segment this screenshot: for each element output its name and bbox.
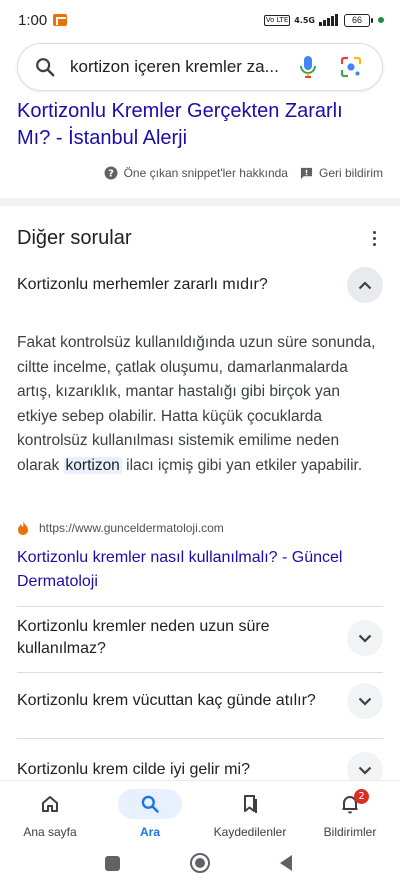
chevron-down-icon bbox=[358, 634, 372, 643]
bottom-nav: Ana sayfa Ara Kaydedilenler 2 Bildirimle… bbox=[0, 780, 400, 844]
recents-icon[interactable] bbox=[105, 856, 120, 871]
signal-icon bbox=[319, 14, 338, 26]
paa-question-1[interactable]: Kortizonlu kremler neden uzun süre kulla… bbox=[17, 616, 383, 660]
divider bbox=[17, 606, 383, 607]
divider bbox=[17, 672, 383, 673]
nav-search[interactable]: Ara bbox=[100, 781, 200, 844]
status-bar: 1:00 Vo LTE 4.5G 66 bbox=[0, 0, 400, 40]
privacy-dot-icon bbox=[378, 17, 384, 23]
about-snippets-label: Öne çıkan snippet'ler hakkında bbox=[123, 166, 288, 180]
snippet-meta: ? Öne çıkan snippet'ler hakkında Geri bi… bbox=[104, 166, 383, 180]
feedback-label: Geri bildirim bbox=[318, 166, 383, 180]
paa-question-text: Kortizonlu krem cilde iyi gelir mi? bbox=[17, 761, 250, 778]
more-vert-icon[interactable] bbox=[364, 228, 384, 248]
flame-favicon-icon bbox=[18, 521, 28, 535]
paa-question-expanded[interactable]: Kortizonlu merhemler zararlı mıdır? bbox=[17, 267, 383, 303]
nav-saved-label: Kaydedilenler bbox=[213, 825, 287, 839]
nav-notifications-label: Bildirimler bbox=[323, 825, 377, 839]
about-snippets-link[interactable]: ? Öne çıkan snippet'ler hakkında bbox=[104, 166, 288, 180]
status-time: 1:00 bbox=[18, 11, 48, 29]
answer-source: https://www.gunceldermatoloji.com bbox=[17, 521, 224, 535]
volte-indicator: Vo LTE bbox=[263, 14, 291, 26]
nav-saved[interactable]: Kaydedilenler bbox=[200, 781, 300, 844]
search-icon[interactable] bbox=[34, 56, 56, 78]
nav-home-label: Ana sayfa bbox=[23, 825, 77, 839]
paa-title: Diğer sorular bbox=[17, 227, 132, 249]
bookmark-icon bbox=[244, 795, 257, 813]
paa-question-text: Kortizonlu krem vücuttan kaç günde atılı… bbox=[17, 692, 316, 709]
nav-notifications[interactable]: 2 Bildirimler bbox=[300, 781, 400, 844]
svg-text:?: ? bbox=[108, 169, 114, 180]
feedback-link[interactable]: Geri bildirim bbox=[300, 166, 383, 180]
search-bar[interactable]: kortizon içeren kremler za... bbox=[17, 43, 383, 91]
mic-icon[interactable] bbox=[298, 55, 318, 79]
notification-badge: 2 bbox=[354, 789, 369, 804]
collapse-button[interactable] bbox=[347, 267, 383, 303]
search-icon bbox=[141, 795, 159, 813]
help-circle-icon: ? bbox=[104, 166, 118, 180]
paa-answer: Fakat kontrolsüz kullanıldığında uzun sü… bbox=[17, 331, 383, 479]
nav-home[interactable]: Ana sayfa bbox=[0, 781, 100, 844]
status-indicators: Vo LTE 4.5G 66 bbox=[263, 13, 384, 27]
lens-icon[interactable] bbox=[340, 56, 362, 78]
answer-text: Fakat kontrolsüz kullanıldığında uzun sü… bbox=[17, 334, 376, 474]
battery-icon: 66 bbox=[344, 13, 373, 27]
chevron-down-icon bbox=[358, 766, 372, 775]
search-input[interactable]: kortizon içeren kremler za... bbox=[70, 57, 278, 77]
snippet-source-link[interactable]: Kortizonlu Kremler Gerçekten Zararlı Mı?… bbox=[17, 98, 377, 152]
chevron-up-icon bbox=[358, 280, 372, 289]
expand-button[interactable] bbox=[347, 620, 383, 656]
system-nav-bar bbox=[0, 844, 400, 888]
section-divider bbox=[0, 198, 400, 206]
back-icon[interactable] bbox=[280, 855, 292, 871]
notification-app-icon bbox=[53, 14, 68, 26]
feedback-icon bbox=[300, 167, 313, 179]
source-url: https://www.gunceldermatoloji.com bbox=[39, 521, 224, 535]
expand-button[interactable] bbox=[347, 683, 383, 719]
chevron-down-icon bbox=[358, 697, 372, 706]
home-icon bbox=[42, 796, 58, 812]
answer-highlight: kortizon bbox=[63, 456, 122, 474]
paa-question-2[interactable]: Kortizonlu krem vücuttan kaç günde atılı… bbox=[17, 683, 383, 719]
divider bbox=[17, 738, 383, 739]
paa-question-text: Kortizonlu kremler neden uzun süre kulla… bbox=[17, 618, 270, 657]
home-button-icon[interactable] bbox=[190, 853, 210, 873]
answer-text-end: ilacı içmiş gibi yan etkiler yapabilir. bbox=[121, 456, 363, 474]
paa-question-text: Kortizonlu merhemler zararlı mıdır? bbox=[17, 276, 268, 293]
source-title-link[interactable]: Kortizonlu kremler nasıl kullanılmalı? -… bbox=[17, 546, 377, 594]
nav-search-label: Ara bbox=[139, 825, 160, 839]
network-type: 4.5G bbox=[294, 15, 315, 25]
